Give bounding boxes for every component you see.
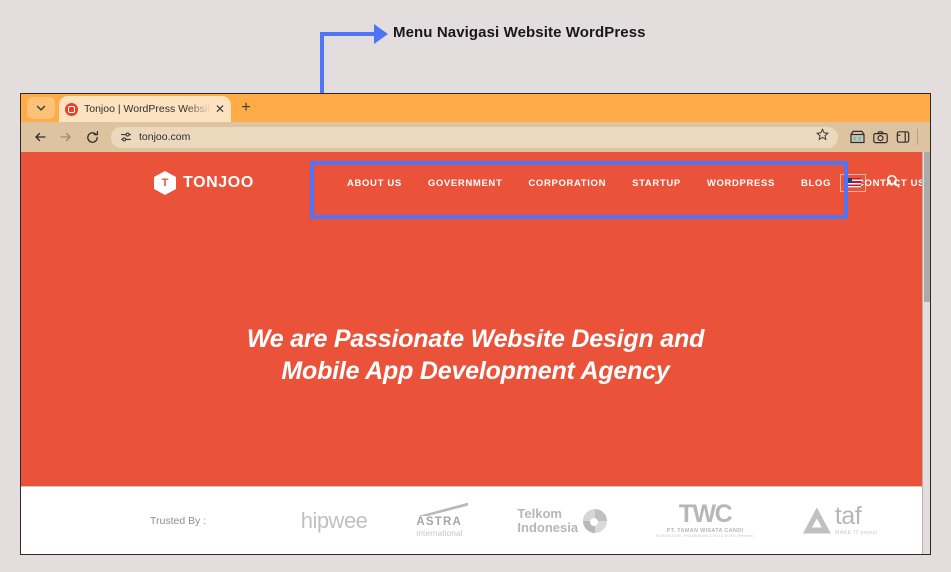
- close-icon[interactable]: ✕: [215, 103, 225, 115]
- telkom-globe-icon: [583, 508, 608, 533]
- reload-button[interactable]: [81, 126, 103, 148]
- hero-headline-line-2: Mobile App Development Agency: [281, 357, 670, 385]
- main-navigation: ABOUT US GOVERNMENT CORPORATION STARTUP …: [347, 152, 925, 214]
- nav-item-about-us[interactable]: ABOUT US: [347, 178, 402, 189]
- star-icon[interactable]: [816, 128, 829, 146]
- astra-subtext: international: [416, 528, 463, 538]
- page-viewport: T TONJOO ABOUT US GOVERNMENT CORPORATION…: [21, 152, 930, 554]
- twc-subtext-secondary: BOROBUDUR, PRAMBANAN & RATU BOKO (Perser…: [656, 533, 754, 538]
- extensions-icon: [849, 130, 865, 144]
- side-panel-button[interactable]: [893, 126, 913, 148]
- tonjoo-favicon: [65, 102, 78, 116]
- trusted-by-label: Trusted By :: [150, 514, 207, 527]
- reload-icon: [86, 130, 98, 143]
- nav-item-corporation[interactable]: CORPORATION: [528, 178, 606, 189]
- taf-tagline: MAKE IT yours!: [834, 529, 878, 536]
- astra-wordmark: ASTRA: [416, 516, 463, 529]
- camera-icon: [872, 130, 888, 143]
- scrollbar-thumb[interactable]: [924, 152, 930, 302]
- address-bar[interactable]: tonjoo.com: [111, 126, 838, 148]
- astra-swoosh-icon: [416, 502, 469, 517]
- brand-name: TONJOO: [183, 174, 254, 191]
- client-logo-twc: TWC PT. TAMAN WISATA CANDI BOROBUDUR, PR…: [656, 500, 754, 538]
- toolbar-divider: [917, 129, 918, 145]
- site-settings-icon[interactable]: [120, 131, 132, 143]
- browser-window: Tonjoo | WordPress Website De ✕ +: [20, 93, 931, 555]
- client-logo-hipwee: hipwee: [301, 508, 368, 534]
- client-logo-telkom: Telkom Indonesia: [517, 505, 608, 535]
- site-logo[interactable]: T TONJOO: [154, 171, 254, 195]
- taf-triangle-icon: [802, 507, 831, 534]
- annotation-leader-horizontal: [320, 32, 380, 36]
- site-header: T TONJOO ABOUT US GOVERNMENT CORPORATION…: [21, 152, 930, 214]
- nav-item-government[interactable]: GOVERNMENT: [428, 178, 503, 189]
- telkom-wordmark: Telkom: [517, 505, 562, 521]
- browser-toolbar: tonjoo.com: [21, 122, 930, 152]
- search-icon: [886, 174, 900, 188]
- language-switcher[interactable]: [840, 174, 866, 192]
- new-tab-button[interactable]: +: [237, 99, 255, 117]
- hero-headline-line-1: We are Passionate Website Design and: [246, 325, 705, 353]
- annotation-label: Menu Navigasi Website WordPress: [393, 24, 646, 41]
- forward-button: [55, 126, 77, 148]
- client-logo-taf: taf MAKE IT yours!: [802, 502, 878, 536]
- tab-search-button[interactable]: [27, 97, 55, 119]
- trusted-by-band: Trusted By : hipwee ASTRA international: [21, 486, 924, 554]
- hipwee-wordmark: hipwee: [300, 507, 368, 533]
- logo-mark-letter: T: [161, 176, 169, 189]
- side-panel-icon: [896, 131, 910, 143]
- page-scrollbar[interactable]: [922, 152, 930, 554]
- taf-wordmark: taf: [834, 502, 862, 531]
- client-logo-strip: hipwee ASTRA international Telkom Indone…: [206, 502, 924, 538]
- search-button[interactable]: [886, 174, 900, 193]
- browser-tab[interactable]: Tonjoo | WordPress Website De ✕: [59, 96, 231, 122]
- us-flag-icon: [845, 178, 861, 188]
- header-actions: [840, 152, 900, 214]
- back-arrow-icon: [35, 132, 46, 142]
- url-text: tonjoo.com: [139, 131, 191, 143]
- twc-wordmark: TWC: [678, 500, 733, 529]
- forward-arrow-icon: [60, 132, 71, 142]
- tonjoo-hexagon-icon: T: [154, 171, 176, 195]
- client-logo-astra: ASTRA international: [416, 502, 469, 538]
- extensions-button[interactable]: [847, 126, 867, 148]
- tab-title: Tonjoo | WordPress Website De: [84, 103, 211, 115]
- nav-item-wordpress[interactable]: WORDPRESS: [707, 178, 775, 189]
- annotation-arrow-icon: [374, 24, 388, 44]
- tab-strip: Tonjoo | WordPress Website De ✕ +: [21, 94, 930, 122]
- telkom-subtext: Indonesia: [517, 519, 579, 535]
- nav-item-startup[interactable]: STARTUP: [632, 178, 681, 189]
- back-button[interactable]: [29, 126, 51, 148]
- chevron-down-icon: [36, 105, 46, 111]
- screenshot-button[interactable]: [870, 126, 890, 148]
- nav-item-blog[interactable]: BLOG: [801, 178, 831, 189]
